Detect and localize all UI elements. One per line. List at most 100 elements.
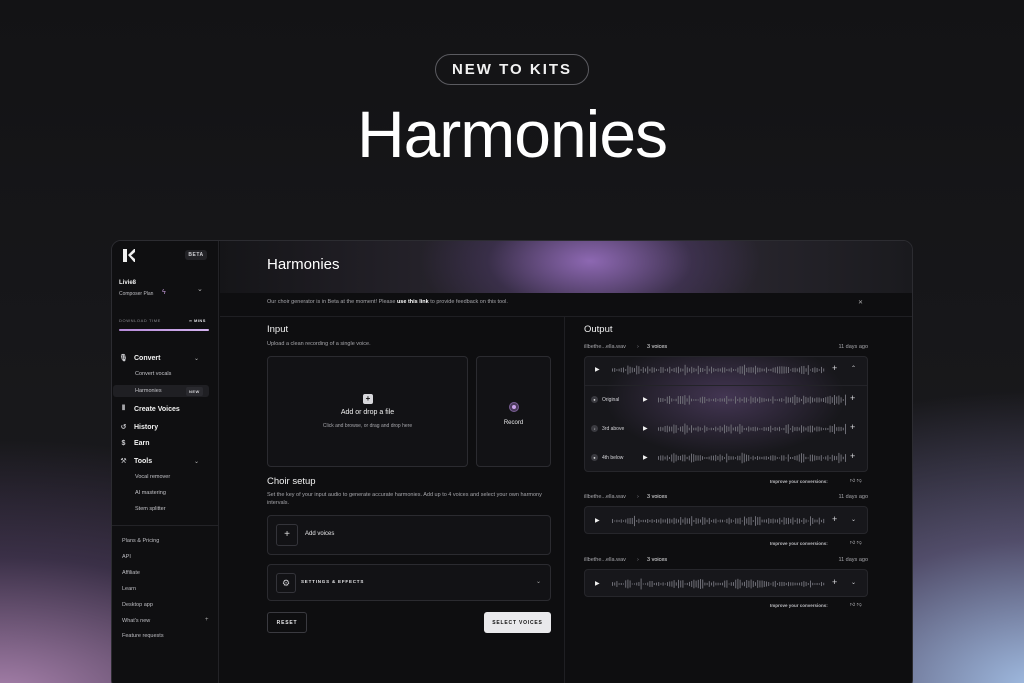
waveform-bar	[636, 520, 638, 522]
record-button[interactable]: Record	[476, 356, 551, 467]
nav-convert[interactable]: 🎙︎ Convert	[119, 354, 160, 363]
plus-icon[interactable]: +	[832, 363, 837, 373]
thumbs-down-icon[interactable]: 👎︎	[857, 478, 862, 484]
waveform-bar	[777, 583, 778, 585]
waveform-bar	[779, 398, 780, 402]
waveform-bar	[682, 426, 684, 432]
nav-earn[interactable]: $ Earn	[119, 440, 150, 447]
plus-icon[interactable]: +	[850, 422, 855, 432]
select-voices-button[interactable]: SELECT VOICES	[484, 612, 551, 633]
link-plans-pricing[interactable]: Plans & Pricing	[122, 538, 159, 544]
plus-icon[interactable]: +	[832, 514, 837, 524]
waveform-bar	[748, 367, 750, 373]
chevron-up-icon[interactable]: ⌃	[851, 365, 856, 372]
waveform-bar	[779, 366, 781, 374]
waveform-bar	[770, 425, 772, 433]
kits-logo-icon[interactable]	[123, 249, 135, 262]
waveform-bar	[788, 581, 789, 587]
plus-icon[interactable]: +	[850, 451, 855, 461]
feedback-link[interactable]: use this link	[397, 299, 429, 305]
waveform-bar	[684, 395, 686, 405]
thumbs-down-icon[interactable]: 👎︎	[857, 602, 862, 608]
waveform-bar	[713, 428, 714, 430]
waveform-bar	[645, 583, 646, 585]
play-icon[interactable]: ▶	[595, 580, 600, 587]
waveform-bar	[796, 396, 798, 404]
waveform-bar	[799, 582, 800, 586]
waveform-bar	[838, 452, 840, 464]
play-icon[interactable]: ▶	[595, 366, 600, 373]
waveform-bar	[765, 427, 767, 431]
chevron-down-icon[interactable]: ⌄	[194, 355, 199, 362]
close-icon[interactable]: ✕	[858, 299, 863, 306]
link-affiliate[interactable]: Affiliate	[122, 570, 140, 576]
settings-effects-card[interactable]: ⚙ SETTINGS & EFFECTS ⌄	[267, 564, 551, 601]
waveform-bar	[821, 581, 822, 587]
link-learn[interactable]: Learn	[122, 586, 136, 592]
user-name[interactable]: Livie8	[119, 280, 136, 286]
waveform-bar	[664, 583, 666, 585]
waveform-bar	[658, 397, 659, 403]
chevron-down-icon[interactable]: ⌄	[197, 285, 203, 293]
add-voices-card[interactable]: + Add voices	[267, 515, 551, 555]
waveform-bar	[794, 520, 796, 522]
play-icon[interactable]: ▶	[643, 454, 648, 461]
waveform-bar	[645, 519, 646, 523]
waveform-bar	[785, 582, 787, 586]
waveform-bar	[785, 457, 787, 459]
waveform-bar	[697, 579, 699, 589]
waveform-bar	[750, 516, 752, 526]
waveform-bar	[697, 518, 699, 524]
chevron-down-icon[interactable]: ⌄	[851, 579, 856, 586]
nav-sub-vocal-remover[interactable]: Vocal remover	[135, 474, 170, 480]
nav-history[interactable]: ↺ History	[119, 423, 159, 432]
play-icon[interactable]: ▶	[643, 396, 648, 403]
thumbs-up-icon[interactable]: 👍︎	[850, 540, 855, 546]
link-api[interactable]: API	[122, 554, 131, 560]
chevron-down-icon[interactable]: ⌄	[851, 516, 856, 523]
chevron-down-icon[interactable]: ⌄	[194, 458, 199, 465]
waveform-bar	[708, 368, 710, 372]
waveform-bar	[691, 425, 692, 433]
nav-sub-stem-splitter[interactable]: Stem splitter	[135, 506, 166, 512]
upload-dropzone[interactable]: + Add or drop a file Click and browse, o…	[267, 356, 468, 467]
nav-tools[interactable]: ⚒ Tools	[119, 457, 152, 466]
waveform-bar	[614, 368, 616, 372]
waveform-bar	[754, 456, 756, 460]
link-whats-new[interactable]: What's new	[122, 618, 150, 624]
thumbs-down-icon[interactable]: 👎︎	[857, 540, 862, 546]
waveform-bar	[801, 398, 802, 402]
play-icon[interactable]: ▶	[595, 517, 600, 524]
play-icon[interactable]: ▶	[643, 425, 648, 432]
waveform-bar	[631, 517, 633, 525]
thumbs-up-icon[interactable]: 👍︎	[850, 478, 855, 484]
reset-button[interactable]: RESET	[267, 612, 307, 633]
waveform-bar	[842, 427, 844, 431]
input-heading: Input	[267, 324, 289, 335]
plus-icon[interactable]: +	[850, 393, 855, 403]
plus-icon[interactable]: +	[276, 524, 298, 546]
nav-sub-convert-vocals[interactable]: Convert vocals	[135, 371, 171, 377]
waveform-bar	[706, 519, 708, 523]
waveform-bar	[677, 396, 679, 404]
nav-sub-harmonies[interactable]: Harmonies	[135, 388, 162, 394]
nav-sub-ai-mastering[interactable]: AI mastering	[135, 490, 166, 496]
waveform-bar	[763, 368, 765, 372]
waveform-bar	[717, 399, 719, 401]
chevron-down-icon[interactable]: ⌄	[536, 578, 541, 585]
thumbs-up-icon[interactable]: 👍︎	[850, 602, 855, 608]
link-feature-requests[interactable]: Feature requests	[122, 633, 164, 639]
plus-icon[interactable]: +	[205, 617, 209, 623]
waveform-bar	[695, 580, 697, 588]
waveform-bar	[798, 427, 800, 431]
waveform-bar	[680, 426, 681, 432]
nav-create-voices[interactable]: ⦀ Create Voices	[119, 405, 180, 413]
waveform-bar	[759, 367, 761, 373]
waveform-bar	[829, 395, 831, 405]
waveform-bar	[818, 517, 820, 525]
waveform-bar	[759, 396, 761, 404]
plus-icon[interactable]: +	[832, 577, 837, 587]
waveform-bar	[616, 519, 618, 523]
link-desktop-app[interactable]: Desktop app	[122, 602, 153, 608]
waveform-bar	[697, 455, 699, 461]
